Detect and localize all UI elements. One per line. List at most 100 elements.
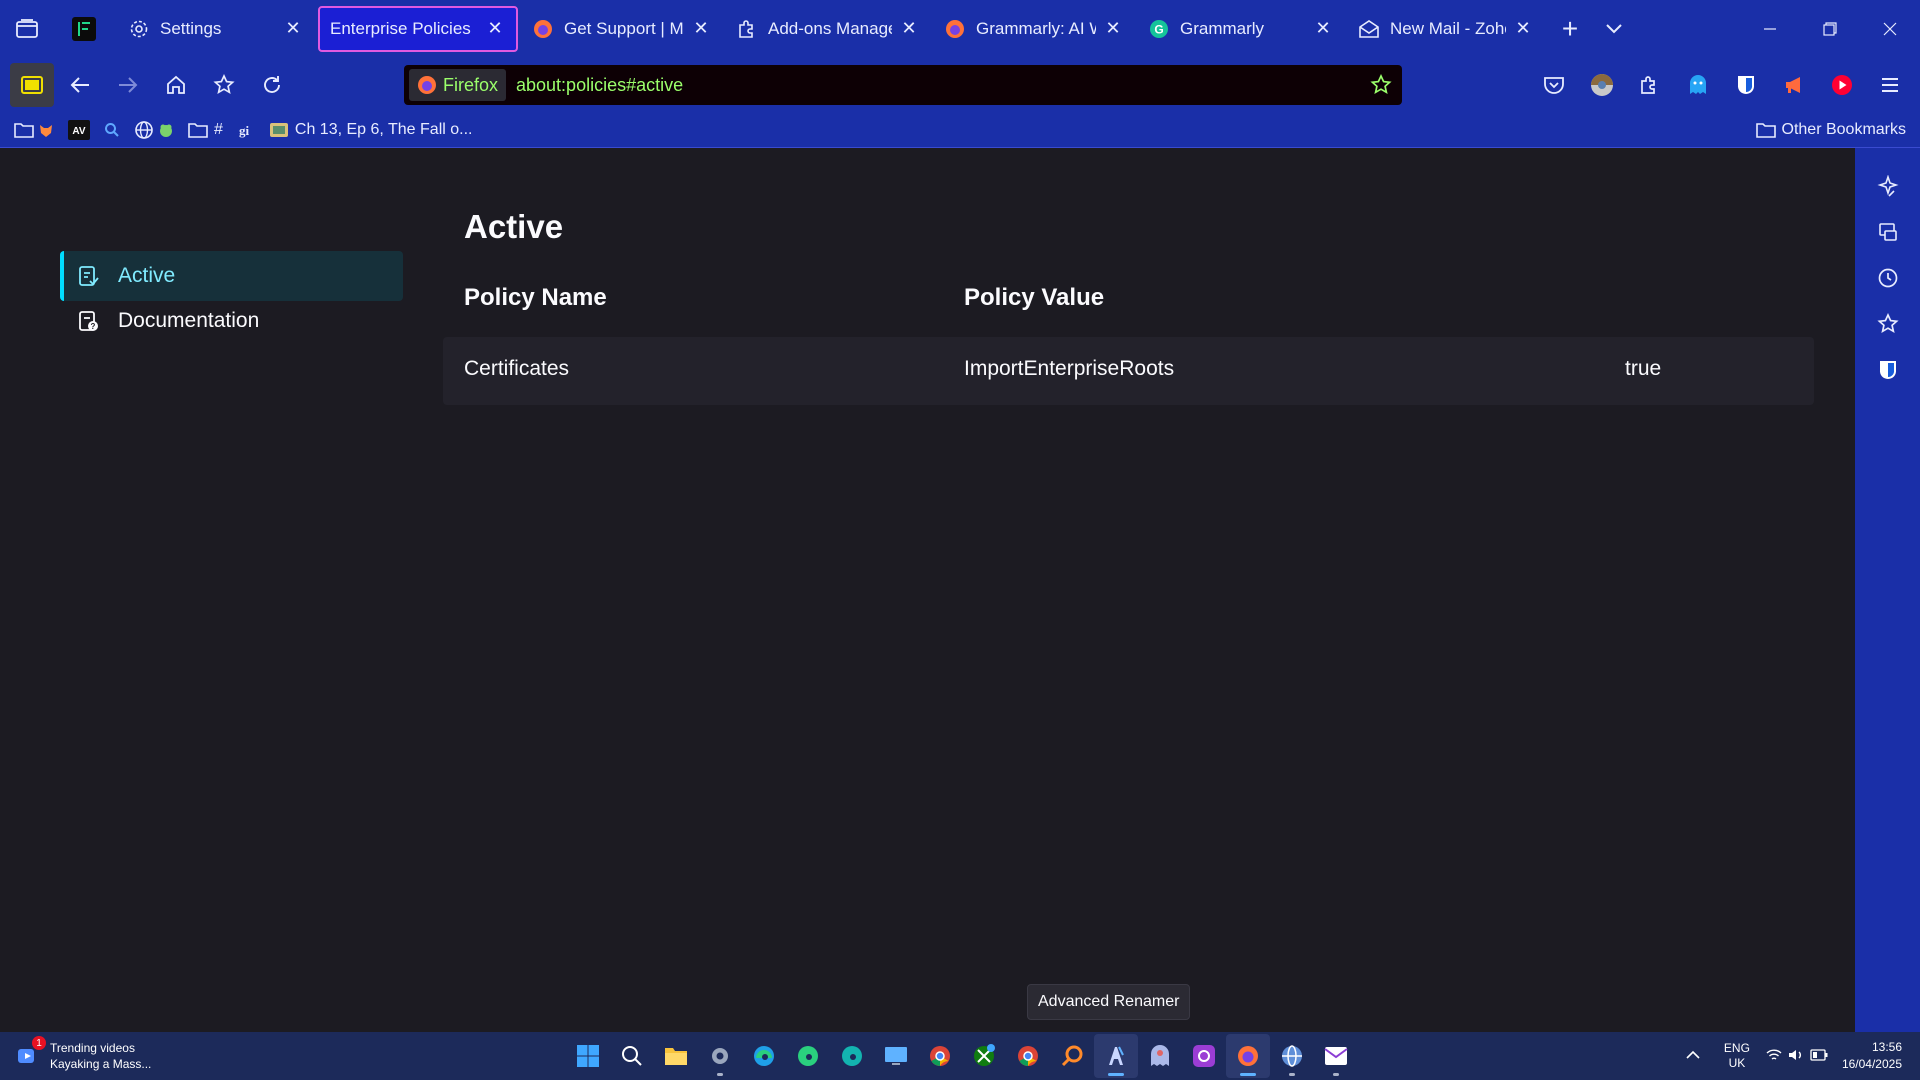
url-bar[interactable]: Firefox about:policies#active xyxy=(404,65,1402,105)
bookmark-search[interactable] xyxy=(104,116,120,144)
wifi-icon[interactable] xyxy=(1766,1048,1782,1065)
other-bookmarks[interactable]: Other Bookmarks xyxy=(1755,116,1906,144)
tab-title: Add-ons Manager xyxy=(768,18,892,38)
edge-beta-icon xyxy=(798,1046,818,1066)
tab-settings[interactable]: Settings ✕ xyxy=(118,6,314,52)
bookmark-label: # xyxy=(214,121,223,138)
tab-addons-manager[interactable]: Add-ons Manager ✕ xyxy=(726,6,930,52)
close-icon[interactable]: ✕ xyxy=(898,18,920,40)
settings-app-button[interactable] xyxy=(698,1034,742,1078)
ai-chatbot-button[interactable] xyxy=(1864,164,1912,208)
bookmark-folder-globe[interactable] xyxy=(134,116,174,144)
identity-box[interactable]: Firefox xyxy=(409,69,507,101)
account-button[interactable] xyxy=(1578,63,1626,107)
bookmarks-menu-button[interactable] xyxy=(202,63,246,107)
folder-icon xyxy=(665,1048,687,1065)
edge-button[interactable] xyxy=(742,1034,786,1078)
xbox-button[interactable] xyxy=(962,1034,1006,1078)
bitwarden-sidebar-button[interactable] xyxy=(1864,348,1912,392)
avatar-icon xyxy=(1591,73,1613,96)
chevron-up-icon[interactable] xyxy=(1686,1049,1700,1063)
ghost-app-button[interactable] xyxy=(1138,1034,1182,1078)
gi-icon: gi xyxy=(239,123,250,138)
search-icon xyxy=(622,1046,642,1066)
volume-icon[interactable] xyxy=(1788,1048,1804,1065)
youtube-extension-button[interactable] xyxy=(1818,63,1866,107)
back-button[interactable] xyxy=(58,63,102,107)
synced-tabs-button[interactable] xyxy=(1864,210,1912,254)
app-menu-button[interactable] xyxy=(1866,63,1914,107)
search-tool-button[interactable] xyxy=(1050,1034,1094,1078)
home-button[interactable] xyxy=(154,63,198,107)
clock-icon xyxy=(1878,268,1897,288)
bookmark-av[interactable]: AV xyxy=(68,116,90,144)
history-button[interactable] xyxy=(1864,256,1912,300)
tab-enterprise-policies[interactable]: Enterprise Policies ✕ xyxy=(318,5,518,52)
bookmark-folder[interactable] xyxy=(14,116,54,144)
mail-app-button[interactable] xyxy=(1314,1034,1358,1078)
close-icon[interactable]: ✕ xyxy=(1512,18,1534,40)
close-icon[interactable]: ✕ xyxy=(690,18,712,40)
firefox-taskbar-button[interactable] xyxy=(1226,1034,1270,1078)
close-icon[interactable]: ✕ xyxy=(1312,18,1334,40)
bookmark-gi[interactable]: gi xyxy=(237,116,255,144)
firefox-view-button[interactable] xyxy=(0,0,54,57)
tab-grammarly[interactable]: G Grammarly ✕ xyxy=(1138,6,1344,52)
clock-date: 16/04/2025 xyxy=(1841,1057,1902,1071)
reload-button[interactable] xyxy=(250,63,294,107)
star-icon xyxy=(1876,313,1899,333)
grammarly-icon: G xyxy=(1148,18,1170,40)
new-tab-button[interactable]: + xyxy=(1548,7,1592,51)
close-icon xyxy=(1883,22,1897,35)
tab-grammarly-ai[interactable]: Grammarly: AI Writi ✕ xyxy=(934,6,1134,52)
sidebar-toggle-button[interactable] xyxy=(10,62,54,107)
url-input[interactable]: about:policies#active xyxy=(516,75,683,96)
close-window-button[interactable] xyxy=(1860,0,1920,57)
megaphone-extension-button[interactable] xyxy=(1770,63,1818,107)
edge-beta-button[interactable] xyxy=(786,1034,830,1078)
ghostery-button[interactable] xyxy=(1674,63,1722,107)
bitwarden-button[interactable] xyxy=(1722,63,1770,107)
bookmark-chapter[interactable]: Ch 13, Ep 6, The Fall o... xyxy=(269,116,472,144)
search-button[interactable] xyxy=(610,1034,654,1078)
start-button[interactable] xyxy=(566,1034,610,1078)
tab-strip: Settings ✕ Enterprise Policies ✕ Get Sup… xyxy=(0,0,1920,57)
battery-icon[interactable] xyxy=(1810,1048,1828,1064)
category-documentation[interactable]: ? Documentation xyxy=(60,296,403,346)
pocket-button[interactable] xyxy=(1530,63,1578,107)
restore-button[interactable] xyxy=(1800,0,1860,57)
bookmark-folder-hash[interactable]: # xyxy=(188,116,223,144)
mail-icon xyxy=(1358,18,1380,40)
forward-button[interactable] xyxy=(106,63,150,107)
pinned-tab[interactable] xyxy=(54,6,114,52)
extensions-button[interactable] xyxy=(1626,63,1674,107)
av-icon: AV xyxy=(68,120,90,140)
close-icon[interactable]: ✕ xyxy=(1102,18,1124,40)
minimize-button[interactable] xyxy=(1740,0,1800,57)
chrome-icon xyxy=(1018,1046,1038,1066)
close-icon[interactable]: ✕ xyxy=(282,18,304,40)
chrome-profile-button[interactable] xyxy=(1006,1034,1050,1078)
camera-app-button[interactable] xyxy=(1182,1034,1226,1078)
svg-text:G: G xyxy=(1154,22,1163,36)
tab-get-support[interactable]: Get Support | Mozill ✕ xyxy=(522,6,722,52)
edge-dev-button[interactable] xyxy=(830,1034,874,1078)
bookmarks-sidebar-button[interactable] xyxy=(1864,302,1912,346)
close-icon[interactable]: ✕ xyxy=(484,18,506,40)
language-code: ENG xyxy=(1723,1041,1750,1055)
chrome-button[interactable] xyxy=(918,1034,962,1078)
page-title: Active xyxy=(464,208,564,245)
reload-icon xyxy=(264,75,280,93)
advanced-renamer-button[interactable] xyxy=(1094,1034,1138,1078)
globe-app-button[interactable] xyxy=(1270,1034,1314,1078)
remote-desktop-button[interactable] xyxy=(874,1034,918,1078)
category-active[interactable]: Active xyxy=(60,251,403,301)
tab-title: New Mail - Zoho M xyxy=(1390,18,1506,38)
clock[interactable]: 13:56 16/04/2025 xyxy=(1842,1039,1902,1073)
list-all-tabs-button[interactable] xyxy=(1592,7,1636,51)
file-explorer-button[interactable] xyxy=(654,1034,698,1078)
tab-new-mail[interactable]: New Mail - Zoho M ✕ xyxy=(1348,6,1544,52)
language-indicator[interactable]: ENG UK xyxy=(1724,1041,1750,1071)
widgets-button[interactable]: 1 Trending videos Kayaking a Mass... xyxy=(16,1036,151,1076)
bookmark-star-icon[interactable] xyxy=(1370,74,1392,96)
